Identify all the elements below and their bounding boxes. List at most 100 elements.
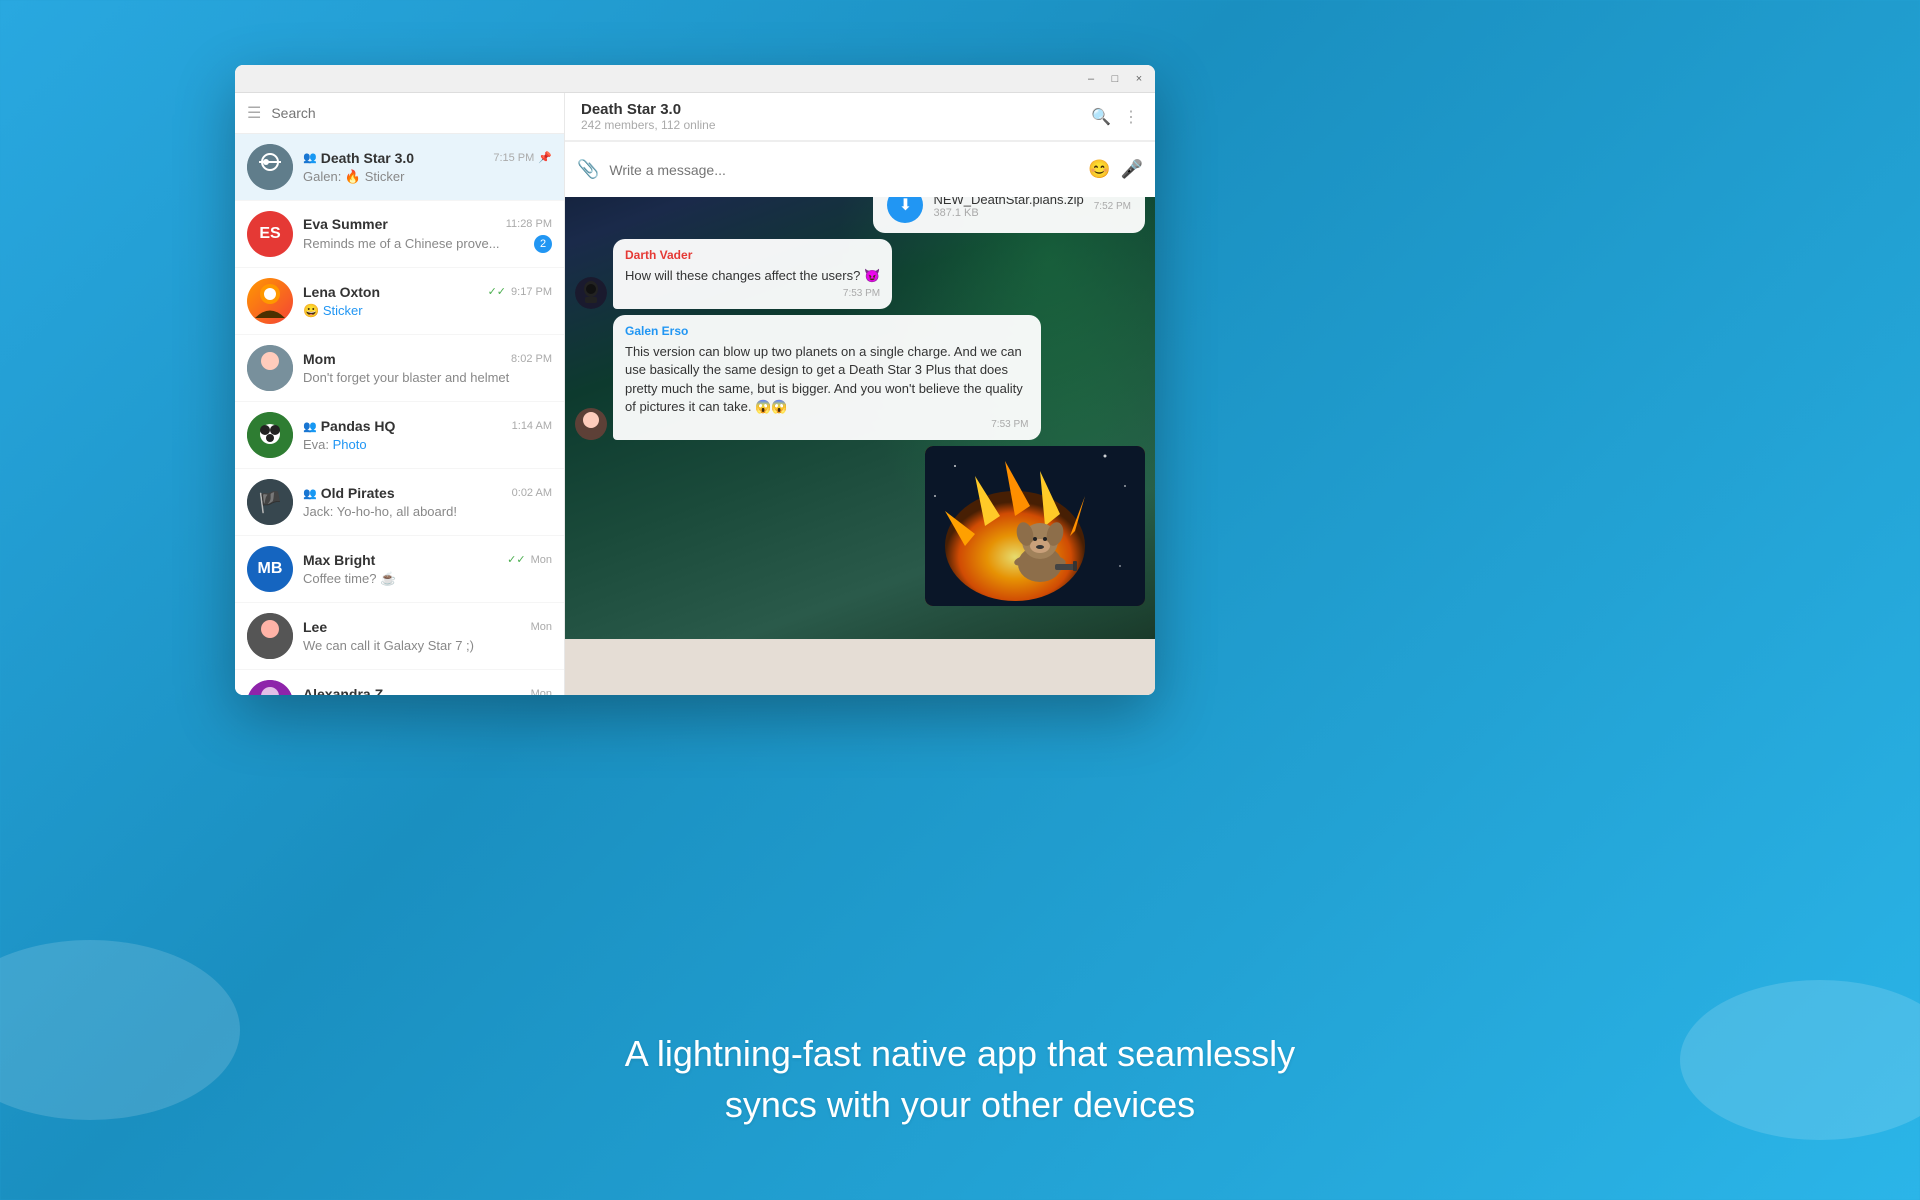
double-check-lena: ✓✓ [488,285,506,298]
chat-list: 👥 Death Star 3.0 7:15 PM 📌 Galen: 🔥 Stic… [235,134,564,695]
avatar-deathstar [247,144,293,190]
more-icon[interactable]: ⋮ [1123,107,1139,127]
message-input[interactable] [609,162,1078,178]
chat-item-lee[interactable]: Lee Mon We can call it Galaxy Star 7 ;) [235,603,564,670]
message-bubble-4: Galen Erso This version can blow up two … [613,315,1041,440]
sender-3: Darth Vader [625,247,880,264]
chat-name-pirates: 👥 Old Pirates [303,485,395,501]
chat-info-lee: Lee Mon We can call it Galaxy Star 7 ;) [303,619,552,653]
avatar-maxbright: MB [247,546,293,592]
chat-name-mom: Mom [303,351,336,367]
chat-preview-pandas: Eva: Photo [303,437,552,452]
chat-preview-lee: We can call it Galaxy Star 7 ;) [303,638,552,653]
chat-name-lena: Lena Oxton [303,284,380,300]
chat-info-eva: Eva Summer 11:28 PM Reminds me of a Chin… [303,216,552,253]
message-row-5 [575,446,1145,606]
chat-info-lena: Lena Oxton ✓✓ 9:17 PM 😀 Sticker [303,284,552,319]
chat-item-pandas[interactable]: 👥 Pandas HQ 1:14 AM Eva: Photo [235,402,564,469]
message-row-4: Galen Erso This version can blow up two … [575,315,1145,440]
chat-time-eva: 11:28 PM [506,218,552,230]
emoji-icon[interactable]: 😊 [1088,159,1110,180]
avatar-lee [247,613,293,659]
chat-info-deathstar: 👥 Death Star 3.0 7:15 PM 📌 Galen: 🔥 Stic… [303,150,552,185]
chat-name-pandas: 👥 Pandas HQ [303,418,395,434]
attachment-icon[interactable]: 📎 [577,159,599,180]
hamburger-icon[interactable]: ☰ [247,103,261,123]
double-check-maxbright: ✓✓ [507,553,525,566]
maximize-button[interactable]: □ [1107,71,1123,87]
avatar-pirates: 🏴 [247,479,293,525]
chat-item-maxbright[interactable]: MB Max Bright ✓✓ Mon Coffee time? ☕ [235,536,564,603]
svg-text:🏴: 🏴 [258,490,283,514]
chat-name-lee: Lee [303,619,327,635]
message-time-4: 7:53 PM [625,418,1029,432]
avatar-alex [247,680,293,695]
file-size: 387.1 KB [933,207,1083,219]
chat-preview-deathstar: Galen: 🔥 Sticker [303,169,552,185]
chat-panel: Death Star 3.0 242 members, 112 online 🔍… [565,93,1155,695]
message-row-3: Darth Vader How will these changes affec… [575,239,1145,309]
chat-time-deathstar: 7:15 PM [493,152,534,164]
chat-header-info: Death Star 3.0 242 members, 112 online [581,101,1091,132]
chat-preview-lena: 😀 Sticker [303,303,552,319]
sender-4: Galen Erso [625,323,1029,340]
microphone-icon[interactable]: 🎤 [1121,159,1143,180]
message-input-bar: 📎 😊 🎤 [565,141,1155,197]
avatar-eva: ES [247,211,293,257]
chat-header-icons: 🔍 ⋮ [1091,107,1139,127]
chat-item-deathstar[interactable]: 👥 Death Star 3.0 7:15 PM 📌 Galen: 🔥 Stic… [235,134,564,201]
message-text-4: This version can blow up two planets on … [625,343,1029,416]
sticker-image [925,446,1145,606]
chat-info-mom: Mom 8:02 PM Don't forget your blaster an… [303,351,552,385]
avatar-galen [575,408,607,440]
chat-time-lee: Mon [531,621,552,633]
tagline-line2: syncs with your other devices [0,1080,1920,1130]
sidebar: ☰ [235,93,565,695]
app-window: – □ × ☰ [235,65,1155,695]
chat-info-pirates: 👥 Old Pirates 0:02 AM Jack: Yo-ho-ho, al… [303,485,552,519]
chat-time-pandas: 1:14 AM [512,420,552,432]
message-time-3: 7:53 PM [625,287,880,301]
tagline: A lightning-fast native app that seamles… [0,1029,1920,1130]
chat-item-pirates[interactable]: 🏴 👥 Old Pirates 0:02 AM Jack: Yo-ho-ho, … [235,469,564,536]
close-button[interactable]: × [1131,71,1147,87]
avatar-darthvader [575,277,607,309]
sidebar-header: ☰ [235,93,564,134]
chat-item-mom[interactable]: Mom 8:02 PM Don't forget your blaster an… [235,335,564,402]
file-time: 7:52 PM [1094,201,1131,212]
chat-name-maxbright: Max Bright [303,552,375,568]
chat-item-lena[interactable]: Lena Oxton ✓✓ 9:17 PM 😀 Sticker [235,268,564,335]
avatar-lena [247,278,293,324]
chat-time-lena: 9:17 PM [511,286,552,298]
tagline-line1: A lightning-fast native app that seamles… [0,1029,1920,1079]
chat-preview-pirates: Jack: Yo-ho-ho, all aboard! [303,504,552,519]
chat-header-name: Death Star 3.0 [581,101,1091,118]
search-input[interactable] [271,105,552,121]
chat-preview-mom: Don't forget your blaster and helmet [303,370,552,385]
chat-time-alex: Mon [531,688,552,695]
chat-time-mom: 8:02 PM [511,353,552,365]
search-icon[interactable]: 🔍 [1091,107,1111,127]
chat-header: Death Star 3.0 242 members, 112 online 🔍… [565,93,1155,141]
message-text-3: How will these changes affect the users?… [625,267,880,285]
message-bubble-3: Darth Vader How will these changes affec… [613,239,892,309]
minimize-button[interactable]: – [1083,71,1099,87]
chat-header-sub: 242 members, 112 online [581,118,1091,132]
avatar-mom [247,345,293,391]
avatar-pandas [247,412,293,458]
chat-item-alex[interactable]: Alexandra Z Mon Workout_Shedule.pdf [235,670,564,695]
chat-name-eva: Eva Summer [303,216,388,232]
chat-item-eva[interactable]: ES Eva Summer 11:28 PM Reminds me of a C… [235,201,564,268]
chat-info-alex: Alexandra Z Mon Workout_Shedule.pdf [303,686,552,695]
chat-preview-maxbright: Coffee time? ☕ [303,571,552,587]
chat-name-alex: Alexandra Z [303,686,383,695]
sticker-bubble-5 [925,446,1145,606]
chat-info-maxbright: Max Bright ✓✓ Mon Coffee time? ☕ [303,552,552,587]
chat-preview-eva: Reminds me of a Chinese prove... [303,236,500,251]
app-content: ☰ [235,93,1155,695]
chat-info-pandas: 👥 Pandas HQ 1:14 AM Eva: Photo [303,418,552,452]
chat-time-pirates: 0:02 AM [512,487,552,499]
chat-time-maxbright: Mon [531,554,552,566]
chat-name-deathstar: 👥 Death Star 3.0 [303,150,414,166]
title-bar: – □ × [235,65,1155,93]
